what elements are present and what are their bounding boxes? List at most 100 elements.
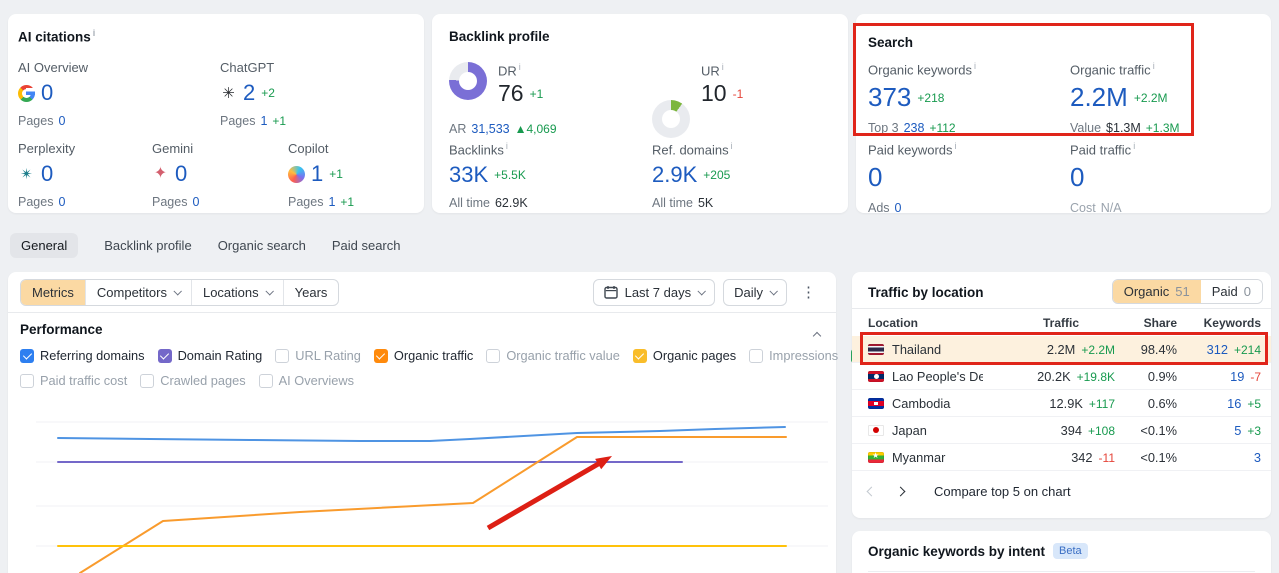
ai-source-icon [220,85,237,102]
segment-years[interactable]: Years [284,280,339,305]
table-row[interactable]: Myanmar 342 -11 <0.1% 3 [852,444,1271,471]
backlinks-value[interactable]: 33K [449,162,488,188]
metric-checkbox[interactable]: Paid traffic cost [20,373,127,388]
metric-checkbox[interactable]: AI Overviews [258,373,355,388]
ai-citation-stat: Gemini 0 Pages 0 [152,141,288,209]
tab-organic-search[interactable]: Organic search [218,233,306,258]
segment-metrics[interactable]: Metrics [21,279,86,305]
toggle-organic[interactable]: Organic 51 [1112,280,1201,303]
metric-checkbox[interactable]: Organic traffic [373,348,473,363]
chart-mode-segmented-control: Metrics Competitors Locations Years [20,278,340,306]
checkbox-box[interactable] [486,348,501,363]
checkbox-label: Referring domains [40,348,145,363]
info-icon [972,61,976,77]
keywords-value[interactable]: 5 [1234,423,1241,438]
traffic-value: 20.2K [1037,368,1071,384]
pages-value[interactable]: 0 [58,195,65,209]
toggle-paid[interactable]: Paid 0 [1200,280,1262,303]
value-amount: $1.3M [1106,121,1141,136]
stat-label: Copilot [288,141,329,156]
pages-value[interactable]: 1 [328,195,335,209]
ai-source-icon [152,166,169,183]
keywords-value[interactable]: 19 [1230,369,1244,384]
checkbox-box[interactable] [20,348,34,363]
location-name: Lao People's Democratic Reput [892,368,983,384]
share-value: <0.1% [1140,422,1177,438]
backlink-profile-card: Backlink profile DR 76 +1 AR 31,533 ▲4,0… [432,14,848,213]
pages-value[interactable]: 0 [58,114,65,128]
metric-checkbox[interactable]: Crawled pages [140,373,246,388]
organic-keywords-delta: +218 [917,90,945,105]
metric-checkbox[interactable]: Referring domains [20,348,145,363]
metric-checkbox[interactable]: Domain Rating [157,348,262,363]
date-range-dropdown[interactable]: Last 7 days [592,278,716,306]
panel-divider [852,308,1271,309]
checkbox-box[interactable] [275,348,290,363]
ref-domains-value[interactable]: 2.9K [652,162,697,188]
tab-backlink-profile[interactable]: Backlink profile [104,233,191,258]
segment-competitors[interactable]: Competitors [86,279,192,305]
metric-checkbox[interactable]: Organic pages [632,348,736,363]
info-icon [504,141,508,157]
ai-citation-stat: ChatGPT 2 +2 Pages 1 +1 [220,60,286,128]
stat-value[interactable]: 0 [41,80,53,106]
segment-locations[interactable]: Locations [192,279,284,305]
info-icon [1151,61,1155,77]
performance-title: Performance [20,322,103,337]
paid-traffic-value[interactable]: 0 [1070,162,1084,193]
organic-traffic-value[interactable]: 2.2M [1070,82,1128,113]
stat-value[interactable]: 0 [175,161,187,187]
ai-source-icon [288,165,305,183]
keywords-value[interactable]: 16 [1227,396,1241,411]
organic-traffic-label: Organic traffic [1070,61,1179,77]
backlinks-label: Backlinks [449,141,528,157]
granularity-dropdown[interactable]: Daily [723,278,787,306]
table-row[interactable]: Cambodia 12.9K +117 0.6% 16 +5 [852,390,1271,417]
ref-domains-label: Ref. domains [652,141,733,157]
table-row[interactable]: Japan 394 +108 <0.1% 5 +3 [852,417,1271,444]
collapse-section-button[interactable] [812,326,822,344]
pages-label: Pages [18,114,54,128]
checkbox-label: URL Rating [295,348,361,363]
next-page-icon[interactable] [895,486,906,497]
top3-delta: +112 [929,121,956,136]
checkbox-box[interactable] [20,373,34,388]
ur-value: 10 [701,80,727,107]
checkbox-box[interactable] [157,348,172,363]
stat-value[interactable]: 1 [311,161,323,187]
metric-checkbox[interactable]: URL Rating [275,348,361,363]
metric-checkbox[interactable]: Impressions [749,348,838,363]
tab-general[interactable]: General [10,233,79,258]
beta-badge: Beta [1053,543,1088,559]
organic-keywords-value[interactable]: 373 [868,82,911,113]
compare-top5-link[interactable]: Compare top 5 on chart [934,484,1071,499]
metric-checkbox[interactable]: Organic traffic value [486,348,620,363]
table-row[interactable]: Thailand 2.2M +2.2M 98.4% 312 +214 [852,336,1271,363]
tab-paid-search[interactable]: Paid search [332,233,401,258]
checkbox-box[interactable] [373,348,388,363]
paid-keywords-value[interactable]: 0 [868,162,882,193]
prev-page-icon[interactable] [866,486,877,497]
checkbox-box[interactable] [258,373,273,388]
top3-value[interactable]: 238 [904,121,925,135]
checkbox-label: AI Overviews [278,373,355,388]
kebab-menu-icon[interactable]: ⋮ [795,281,822,303]
organic-keywords-label: Organic keywords [868,61,976,77]
checkbox-box[interactable] [749,348,764,363]
pages-value[interactable]: 1 [260,114,267,128]
pages-label: Pages [18,195,54,209]
checkbox-box[interactable] [632,348,647,363]
checkbox-box[interactable] [140,373,155,388]
keywords-value[interactable]: 3 [1254,450,1261,465]
keywords-value[interactable]: 312 [1207,342,1228,357]
table-row[interactable]: Lao People's Democratic Reput 20.2K +19.… [852,363,1271,390]
stat-value[interactable]: 2 [243,80,255,106]
backlink-profile-title: Backlink profile [449,29,550,44]
location-table-body: Thailand 2.2M +2.2M 98.4% 312 +214 Lao P… [852,336,1271,471]
keywords-delta: +3 [1247,423,1261,438]
stat-value[interactable]: 0 [41,161,53,187]
pages-value[interactable]: 0 [192,195,199,209]
ar-value[interactable]: 31,533 [471,122,509,136]
ads-value[interactable]: 0 [895,201,902,215]
stat-delta: +2 [261,86,275,100]
